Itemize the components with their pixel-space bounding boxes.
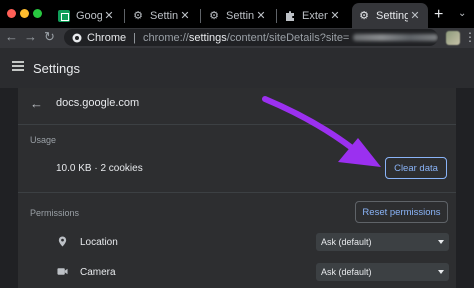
close-icon[interactable]: ✕ xyxy=(254,9,268,22)
usage-section-label: Usage xyxy=(30,135,57,145)
usage-summary: 10.0 KB · 2 cookies xyxy=(56,163,143,174)
url-host: settings xyxy=(188,31,227,44)
permissions-section-label: Permissions xyxy=(30,208,80,218)
page-title: Settings xyxy=(33,61,80,76)
permission-label-location: Location xyxy=(80,237,118,248)
back-arrow-icon[interactable]: ← xyxy=(30,96,43,111)
tab-settings-2[interactable]: ⚙ Settings ✕ xyxy=(202,3,274,28)
tab-settings-1[interactable]: ⚙ Settings ✕ xyxy=(126,3,198,28)
tab-extensions[interactable]: Extension ✕ xyxy=(278,3,348,28)
browser-toolbar: ← → ↻ Chrome | chrome://settings/content… xyxy=(0,28,474,48)
settings-header: Settings xyxy=(0,48,474,88)
google-sheets-icon xyxy=(58,9,70,22)
window-zoom-button[interactable] xyxy=(33,9,42,18)
url-path: /content/siteDetails?site= xyxy=(226,31,350,44)
address-bar[interactable]: Chrome | chrome://settings/content/siteD… xyxy=(64,29,438,46)
profile-avatar[interactable] xyxy=(446,31,460,45)
camera-icon xyxy=(57,268,68,275)
location-pin-icon xyxy=(58,236,67,247)
close-icon[interactable]: ✕ xyxy=(408,9,422,22)
new-tab-button[interactable]: + xyxy=(434,6,443,24)
window-minimize-button[interactable] xyxy=(20,9,29,18)
puzzle-icon xyxy=(284,10,296,22)
tab-search-chevron-icon[interactable]: ⌄ xyxy=(458,8,466,19)
permission-label-camera: Camera xyxy=(80,267,116,278)
forward-button[interactable]: → xyxy=(24,29,37,44)
site-title: docs.google.com xyxy=(56,97,140,109)
camera-permission-select[interactable]: Ask (default) xyxy=(316,263,449,281)
blurred-url-text xyxy=(353,34,438,41)
more-menu-icon[interactable]: ⋮ xyxy=(464,30,474,44)
back-button[interactable]: ← xyxy=(5,29,18,44)
hamburger-menu-icon[interactable] xyxy=(12,61,24,71)
location-permission-select[interactable]: Ask (default) xyxy=(316,233,449,251)
close-icon[interactable]: ✕ xyxy=(328,9,342,22)
tab-strip: Google S ✕ ⚙ Settings ✕ ⚙ Settings ✕ Ext… xyxy=(0,0,474,28)
gear-icon: ⚙ xyxy=(209,10,219,22)
close-icon[interactable]: ✕ xyxy=(178,9,192,22)
chrome-logo-icon xyxy=(72,33,82,42)
window-close-button[interactable] xyxy=(7,9,16,18)
clear-data-button[interactable]: Clear data xyxy=(385,157,447,179)
tab-settings-active[interactable]: ⚙ Settings ✕ xyxy=(352,3,428,28)
dropdown-caret-icon xyxy=(438,270,444,274)
reload-button[interactable]: ↻ xyxy=(44,29,55,45)
gear-icon: ⚙ xyxy=(133,10,143,22)
tab-google-sheets[interactable]: Google S ✕ xyxy=(52,3,122,28)
gear-icon: ⚙ xyxy=(359,10,369,22)
site-details-card xyxy=(18,88,456,288)
divider xyxy=(18,192,456,193)
divider xyxy=(18,124,456,125)
url-prefix: chrome:// xyxy=(142,31,189,44)
dropdown-caret-icon xyxy=(438,240,444,244)
chrome-chip: Chrome xyxy=(72,32,126,44)
reset-permissions-button[interactable]: Reset permissions xyxy=(355,201,448,223)
close-icon[interactable]: ✕ xyxy=(102,9,116,22)
